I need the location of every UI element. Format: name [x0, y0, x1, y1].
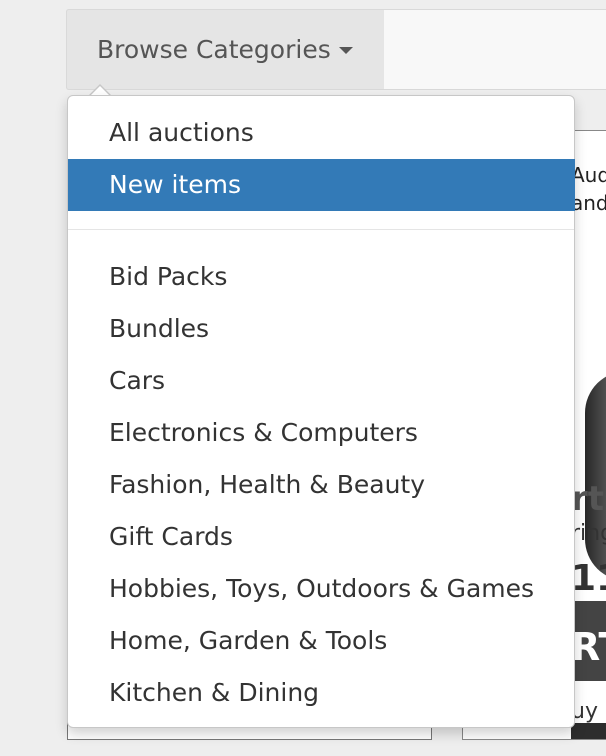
menu-item-label: Bundles [109, 314, 210, 343]
auction-number-text: 11 [571, 558, 606, 599]
menu-divider [68, 229, 574, 230]
menu-item-hobbies-toys-outdoors-games[interactable]: Hobbies, Toys, Outdoors & Games [68, 563, 574, 615]
browse-categories-button[interactable]: Browse Categories [66, 9, 384, 90]
browse-categories-dropdown-menu: All auctions New items Bid Packs Bundles… [67, 95, 575, 728]
menu-item-electronics-computers[interactable]: Electronics & Computers [68, 407, 574, 459]
bid-button-background[interactable] [571, 723, 606, 739]
menu-item-label: Electronics & Computers [109, 418, 418, 447]
menu-item-label: Kitchen & Dining [109, 678, 320, 707]
menu-item-kitchen-dining[interactable]: Kitchen & Dining [68, 667, 574, 719]
menu-item-new-items[interactable]: New items [68, 159, 575, 211]
auction-price-text: rts [571, 479, 606, 519]
menu-item-label: All auctions [109, 118, 254, 147]
menu-item-label: Gift Cards [109, 522, 233, 551]
menu-item-all-auctions[interactable]: All auctions [68, 107, 574, 159]
buy-it-now-link[interactable]: uy it [571, 699, 606, 724]
browser-viewport: Browse Categories Aud and rts ring 11 RT… [0, 0, 606, 756]
menu-item-label: New items [109, 170, 241, 199]
menu-item-cars[interactable]: Cars [68, 355, 574, 407]
bid-button-label: RT [571, 625, 606, 669]
auction-title-line-2: and [571, 191, 606, 215]
menu-item-label: Hobbies, Toys, Outdoors & Games [109, 574, 535, 603]
auction-meta-text: ring [571, 521, 606, 546]
chevron-down-icon [339, 47, 353, 54]
menu-item-gift-cards[interactable]: Gift Cards [68, 511, 574, 563]
auction-title-line-1: Aud [571, 163, 606, 187]
menu-item-label: Bid Packs [109, 262, 228, 291]
headphones-product-image [585, 371, 606, 581]
menu-item-label: Home, Garden & Tools [109, 626, 388, 655]
menu-item-home-garden-tools[interactable]: Home, Garden & Tools [68, 615, 574, 667]
menu-item-bid-packs[interactable]: Bid Packs [68, 251, 574, 303]
menu-item-bundles[interactable]: Bundles [68, 303, 574, 355]
browse-categories-label: Browse Categories [97, 35, 331, 64]
menu-item-label: Cars [109, 366, 166, 395]
menu-item-fashion-health-beauty[interactable]: Fashion, Health & Beauty [68, 459, 574, 511]
menu-item-label: Fashion, Health & Beauty [109, 470, 426, 499]
